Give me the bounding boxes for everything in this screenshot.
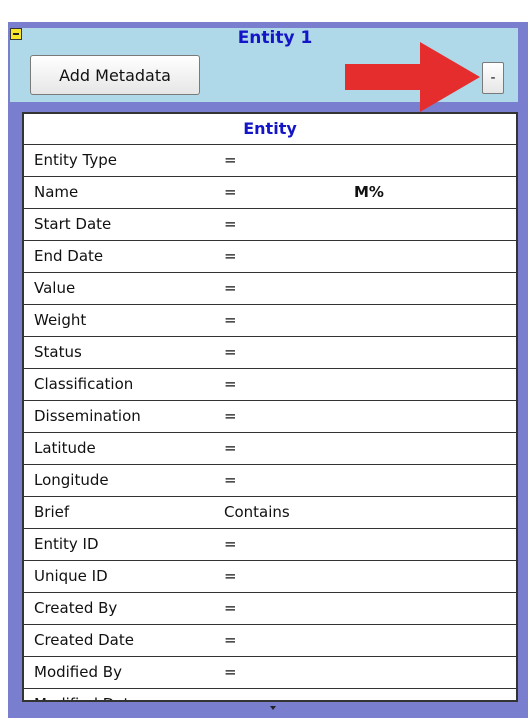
row-label: Start Date — [34, 215, 112, 233]
row-operator[interactable]: = — [224, 401, 237, 431]
table-row[interactable]: End Date = — [24, 241, 516, 273]
red-arrow-icon — [345, 42, 480, 112]
table-row[interactable]: Dissemination = — [24, 401, 516, 433]
table-row[interactable]: Latitude = — [24, 433, 516, 465]
row-operator[interactable]: = — [224, 273, 237, 303]
row-label: Unique ID — [34, 567, 108, 585]
row-operator[interactable]: Contains — [224, 497, 290, 527]
row-operator[interactable]: = — [224, 561, 237, 591]
collapse-toggle-icon[interactable] — [10, 28, 22, 40]
add-metadata-button[interactable]: Add Metadata — [30, 55, 200, 95]
row-label: Created Date — [34, 631, 134, 649]
row-operator[interactable]: = — [224, 625, 237, 655]
row-label: Entity ID — [34, 535, 99, 553]
table-row[interactable]: Entity Type = — [24, 145, 516, 177]
table-row[interactable]: Status = — [24, 337, 516, 369]
row-label: Dissemination — [34, 407, 141, 425]
row-label: End Date — [34, 247, 104, 265]
row-operator[interactable]: = — [224, 337, 237, 367]
row-label: Name — [34, 183, 79, 201]
row-label: Entity Type — [34, 151, 118, 169]
row-label: Longitude — [34, 471, 109, 489]
table-rows: Entity Type = Name = M% Start Date = End Date = V… — [24, 145, 516, 700]
table-heading: Entity — [24, 114, 516, 145]
row-operator[interactable]: = — [224, 177, 237, 207]
row-operator[interactable]: = — [224, 529, 237, 559]
collapse-button[interactable]: - — [482, 62, 504, 94]
table-row[interactable]: Start Date = — [24, 209, 516, 241]
row-label: Brief — [34, 503, 70, 521]
row-operator[interactable]: = — [224, 305, 237, 335]
row-label: Status — [34, 343, 82, 361]
row-operator[interactable]: = — [224, 241, 237, 271]
table-row[interactable]: Modified Date = — [24, 689, 516, 700]
row-operator[interactable]: = — [224, 433, 237, 463]
row-operator[interactable]: = — [224, 145, 237, 175]
scroll-down-icon[interactable] — [270, 706, 276, 710]
row-label: Latitude — [34, 439, 96, 457]
row-label: Weight — [34, 311, 87, 329]
row-operator[interactable]: = — [224, 657, 237, 687]
row-label: Created By — [34, 599, 118, 617]
table-row[interactable]: Longitude = — [24, 465, 516, 497]
row-operator[interactable]: = — [224, 369, 237, 399]
row-label: Modified By — [34, 663, 122, 681]
table-row[interactable]: Unique ID = — [24, 561, 516, 593]
table-row[interactable]: Entity ID = — [24, 529, 516, 561]
row-label: Classification — [34, 375, 134, 393]
table-row[interactable]: Modified By = — [24, 657, 516, 689]
table-row[interactable]: Value = — [24, 273, 516, 305]
table-row[interactable]: Created Date = — [24, 625, 516, 657]
row-operator[interactable]: = — [224, 593, 237, 623]
row-operator[interactable]: = — [224, 689, 237, 700]
table-row[interactable]: Classification = — [24, 369, 516, 401]
table-row[interactable]: Created By = — [24, 593, 516, 625]
entity-table: Entity Entity Type = Name = M% Start Date = End… — [22, 112, 518, 702]
table-row[interactable]: Brief Contains — [24, 497, 516, 529]
table-row[interactable]: Name = M% — [24, 177, 516, 209]
table-row[interactable]: Weight = — [24, 305, 516, 337]
row-value[interactable]: M% — [354, 177, 384, 207]
row-operator[interactable]: = — [224, 465, 237, 495]
entity-title: Entity 1 — [237, 28, 313, 48]
row-label: Value — [34, 279, 76, 297]
row-label: Modified Date — [34, 689, 139, 700]
row-operator[interactable]: = — [224, 209, 237, 239]
